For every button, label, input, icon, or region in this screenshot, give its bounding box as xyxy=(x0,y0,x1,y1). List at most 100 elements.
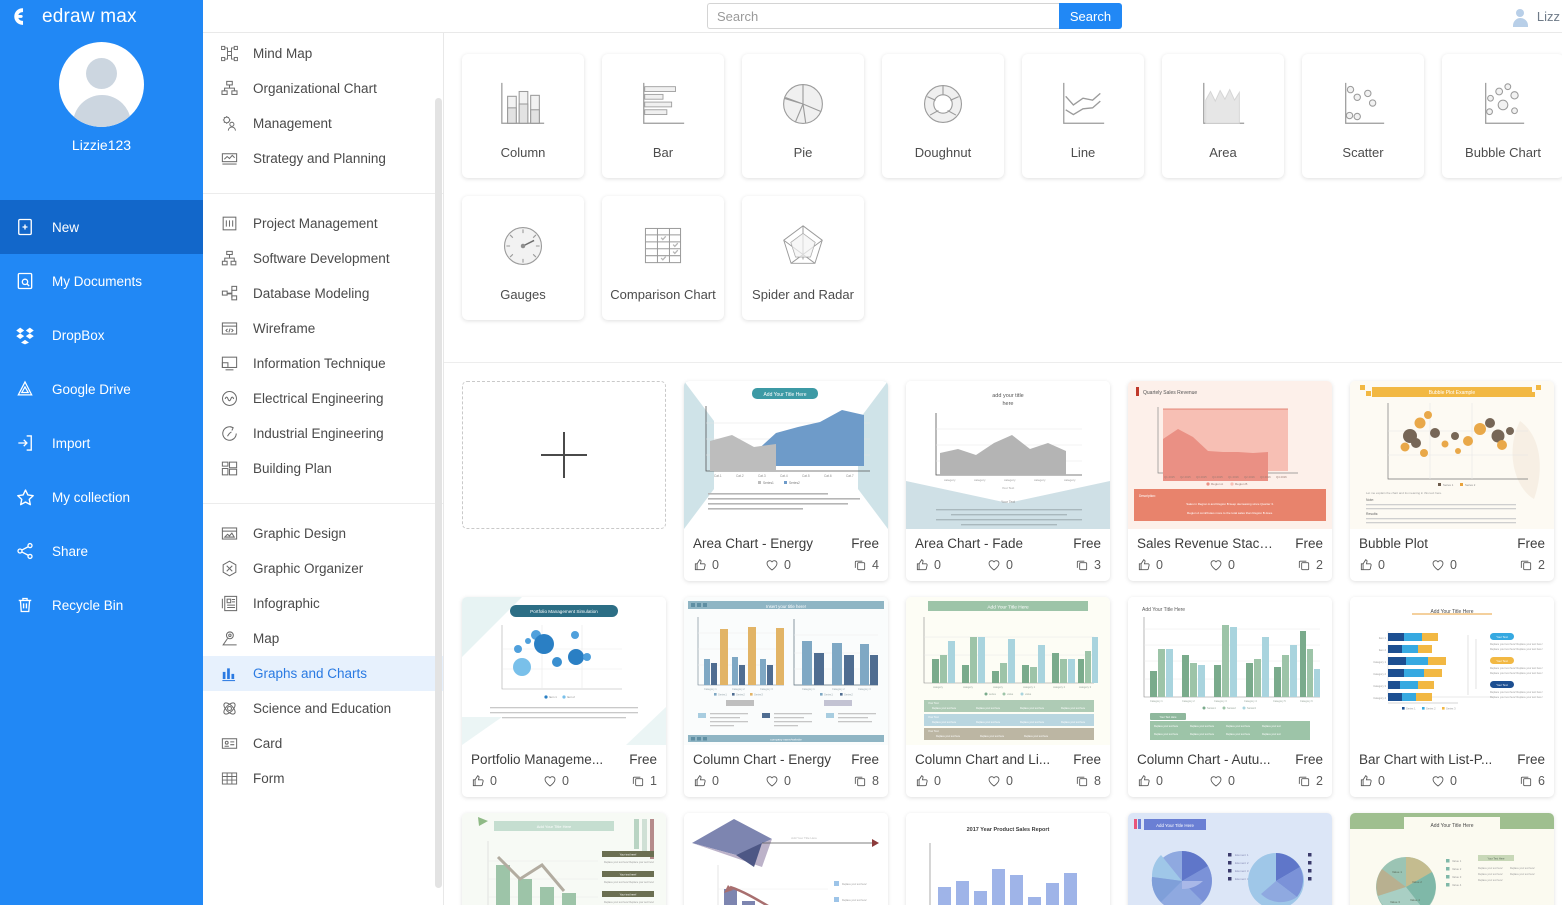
template-card[interactable]: add your title here categorycategorycate… xyxy=(906,381,1110,581)
chart-type-pie[interactable]: Pie xyxy=(742,54,864,178)
like-stat[interactable]: 0 xyxy=(1359,774,1431,788)
search-button[interactable]: Search xyxy=(1059,3,1122,29)
category-item-science-and-education[interactable]: Science and Education xyxy=(203,691,443,726)
category-item-label: Organizational Chart xyxy=(253,81,377,96)
category-item-project-management[interactable]: Project Management xyxy=(203,206,443,241)
like-stat[interactable]: 0 xyxy=(693,774,765,788)
favorite-stat[interactable]: 0 xyxy=(1431,558,1503,572)
template-card[interactable]: Insert your title here! xyxy=(684,597,888,797)
category-item-electrical-engineering[interactable]: Electrical Engineering xyxy=(203,381,443,416)
like-stat[interactable]: 0 xyxy=(915,558,987,572)
svg-text:Replace your text here!: Replace your text here! xyxy=(1510,873,1535,876)
template-card[interactable]: Add Your Title Here xyxy=(1128,597,1332,797)
like-count: 0 xyxy=(1156,774,1163,788)
like-stat[interactable]: 0 xyxy=(693,558,765,572)
new-blank-template-card[interactable] xyxy=(462,381,666,529)
favorite-stat[interactable]: 0 xyxy=(987,774,1059,788)
trash-icon xyxy=(14,594,36,616)
chart-type-spider-and-radar[interactable]: Spider and Radar xyxy=(742,196,864,320)
template-card[interactable]: Add Your Title Here xyxy=(1128,813,1332,905)
chart-type-area[interactable]: Area xyxy=(1162,54,1284,178)
category-scrollbar[interactable] xyxy=(435,98,442,888)
favorite-stat[interactable]: 0 xyxy=(765,558,837,572)
thumbs-up-icon xyxy=(915,558,929,572)
category-item-graphic-organizer[interactable]: Graphic Organizer xyxy=(203,551,443,586)
sidebar-item-my-documents[interactable]: My Documents xyxy=(0,254,203,308)
user-area[interactable]: Lizz xyxy=(1511,0,1562,33)
chart-type-bar[interactable]: Bar xyxy=(602,54,724,178)
svg-text:Category 2: Category 2 xyxy=(832,687,845,691)
copies-count: 8 xyxy=(1094,774,1101,788)
like-stat[interactable]: 0 xyxy=(1137,558,1209,572)
chart-type-gauges[interactable]: Gauges xyxy=(462,196,584,320)
like-stat[interactable]: 0 xyxy=(1359,558,1431,572)
template-price: Free xyxy=(1073,752,1101,767)
sidebar-item-import[interactable]: Import xyxy=(0,416,203,470)
svg-text:Your text here!: Your text here! xyxy=(620,853,637,857)
svg-text:Replace your text here: Replace your text here xyxy=(1190,733,1215,736)
sidebar-item-google-drive[interactable]: Google Drive xyxy=(0,362,203,416)
template-card[interactable]: Quartely Sales Revenue Q1 2015Q2 2015Q3 … xyxy=(1128,381,1332,581)
template-card[interactable]: Add Your Title Here xyxy=(906,597,1110,797)
svg-text:Series1: Series1 xyxy=(763,481,774,485)
category-item-map[interactable]: Map xyxy=(203,621,443,656)
category-item-information-technique[interactable]: Information Technique xyxy=(203,346,443,381)
template-card[interactable]: Add Your Title Here Cat.1Cat.2Cat.3 Cat.… xyxy=(684,381,888,581)
category-item-wireframe[interactable]: Wireframe xyxy=(203,311,443,346)
sidebar-item-dropbox[interactable]: DropBox xyxy=(0,308,203,362)
template-card[interactable]: Add Your Title Here xyxy=(1350,597,1554,797)
category-item-software-development[interactable]: Software Development xyxy=(203,241,443,276)
chart-type-comparison-chart[interactable]: Comparison Chart xyxy=(602,196,724,320)
favorite-stat[interactable]: 0 xyxy=(1431,774,1503,788)
copies-count: 1 xyxy=(650,774,657,788)
favorite-stat[interactable]: 0 xyxy=(1209,774,1281,788)
template-card[interactable]: Add Your Title Here Value 1Value 2 Value… xyxy=(1350,813,1554,905)
like-stat[interactable]: 0 xyxy=(915,774,987,788)
category-item-building-plan[interactable]: Building Plan xyxy=(203,451,443,486)
category-item-database-modeling[interactable]: Database Modeling xyxy=(203,276,443,311)
edraw-max-window: edraw max Lizzie123 New xyxy=(0,0,1562,905)
like-count: 0 xyxy=(934,558,941,572)
template-card[interactable]: 2017 Year Product Sales Report xyxy=(906,813,1110,905)
favorite-stat[interactable]: 0 xyxy=(765,774,837,788)
thumbs-up-icon xyxy=(1137,558,1151,572)
category-item-form[interactable]: Form xyxy=(203,761,443,796)
category-item-management[interactable]: Management xyxy=(203,106,443,141)
template-card[interactable]: Add Your Title Here xyxy=(684,813,888,905)
sidebar-item-share[interactable]: Share xyxy=(0,524,203,578)
favorite-stat[interactable]: 0 xyxy=(1209,558,1281,572)
chart-type-scatter[interactable]: Scatter xyxy=(1302,54,1424,178)
category-item-mind-map[interactable]: Mind Map xyxy=(203,36,443,71)
template-card[interactable]: Add Your Title Here Category 1Cate xyxy=(462,813,666,905)
category-item-graphs-and-charts[interactable]: Graphs and Charts xyxy=(203,656,443,691)
chart-type-doughnut[interactable]: Doughnut xyxy=(882,54,1004,178)
template-meta: Sales Revenue Stack... Free 0 0 xyxy=(1128,529,1332,581)
line-chart-icon xyxy=(1055,76,1111,132)
chart-type-column[interactable]: Column xyxy=(462,54,584,178)
favorite-stat[interactable]: 0 xyxy=(987,558,1059,572)
sidebar-item-label: Share xyxy=(52,544,88,559)
heart-icon xyxy=(543,774,557,788)
favorite-count: 0 xyxy=(784,774,791,788)
category-item-card[interactable]: Card xyxy=(203,726,443,761)
category-item-strategy-and-planning[interactable]: Strategy and Planning xyxy=(203,141,443,176)
template-meta: Bubble Plot Free 0 0 xyxy=(1350,529,1554,581)
search-input[interactable] xyxy=(707,3,1059,29)
sidebar-item-new[interactable]: New xyxy=(0,200,203,254)
edraw-logo-icon xyxy=(12,6,33,27)
category-item-industrial-engineering[interactable]: Industrial Engineering xyxy=(203,416,443,451)
sidebar-item-recycle-bin[interactable]: Recycle Bin xyxy=(0,578,203,632)
chart-type-bubble-chart[interactable]: Bubble Chart xyxy=(1442,54,1562,178)
template-card[interactable]: Bubble Plot Example xyxy=(1350,381,1554,581)
chart-type-line[interactable]: Line xyxy=(1022,54,1144,178)
favorite-stat[interactable]: 0 xyxy=(543,774,615,788)
like-stat[interactable]: 0 xyxy=(471,774,543,788)
category-item-infographic[interactable]: Infographic xyxy=(203,586,443,621)
sidebar-item-my-collection[interactable]: My collection xyxy=(0,470,203,524)
category-item-label: Project Management xyxy=(253,216,378,231)
category-item-graphic-design[interactable]: Graphic Design xyxy=(203,516,443,551)
category-item-organizational-chart[interactable]: Organizational Chart xyxy=(203,71,443,106)
svg-text:Your Text Here: Your Text Here xyxy=(1159,715,1177,719)
template-card[interactable]: Portfolio Management Simulation xyxy=(462,597,666,797)
like-stat[interactable]: 0 xyxy=(1137,774,1209,788)
